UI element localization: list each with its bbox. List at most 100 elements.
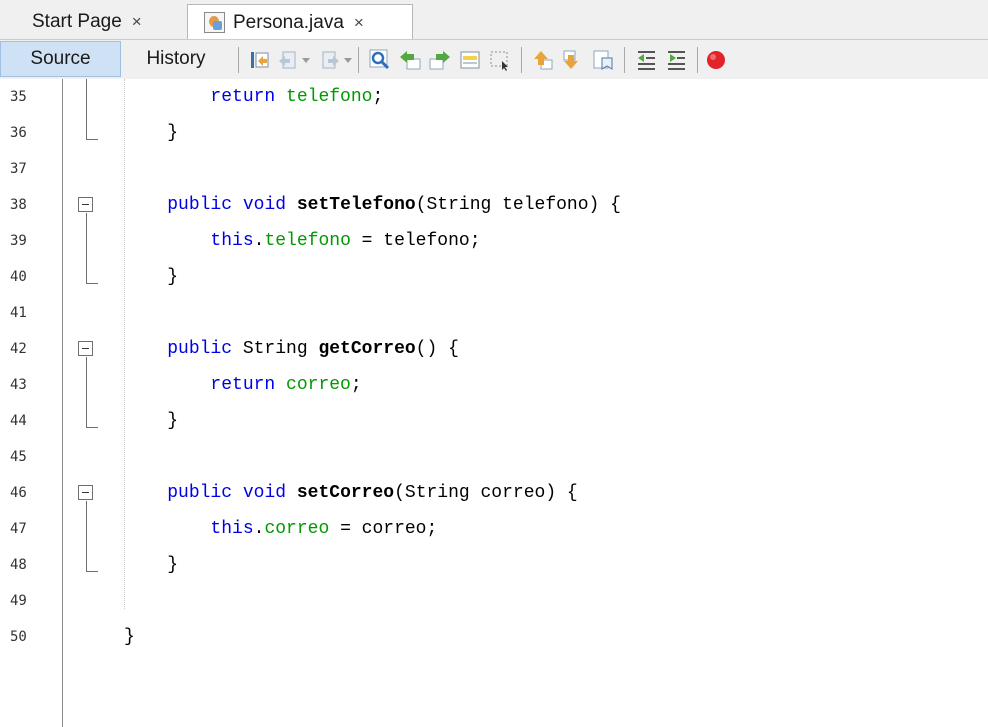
code-token: telefono: [286, 87, 373, 107]
code-token: correo: [264, 519, 330, 539]
code-token: (String telefono) {: [415, 195, 621, 215]
line-number: 37: [10, 161, 27, 177]
collapse-fold-icon[interactable]: [78, 341, 93, 356]
code-line[interactable]: public String getCorreo() {: [124, 331, 459, 367]
line-number: 50: [10, 629, 27, 645]
next-bookmark-icon[interactable]: [561, 48, 585, 72]
code-token: setCorreo: [296, 483, 395, 503]
code-token: public: [167, 195, 233, 215]
code-token: void: [242, 195, 287, 215]
line-number: 44: [10, 413, 27, 429]
source-view-button[interactable]: Source: [0, 41, 121, 77]
shift-right-icon[interactable]: [664, 48, 688, 72]
forward-icon[interactable]: [318, 48, 342, 72]
find-next-icon[interactable]: [428, 48, 452, 72]
toolbar-separator: [697, 47, 698, 73]
close-icon[interactable]: ×: [132, 12, 142, 32]
last-edit-icon[interactable]: [248, 48, 272, 72]
code-editor[interactable]: 35 return telefono; 36 } 37 38 public void …: [0, 79, 988, 727]
code-token: public: [167, 483, 233, 503]
chevron-down-icon[interactable]: [302, 58, 310, 63]
fold-guide-line: [86, 501, 87, 571]
fold-guide-line: [86, 213, 87, 283]
code-line[interactable]: public void setCorreo(String correo) {: [124, 475, 578, 511]
fold-end-marker: [86, 427, 98, 428]
code-token: }: [124, 627, 135, 647]
code-line[interactable]: }: [124, 259, 178, 295]
line-number: 35: [10, 89, 27, 105]
code-token: ;: [350, 375, 362, 395]
toolbar-separator: [521, 47, 522, 73]
code-line[interactable]: }: [124, 619, 135, 655]
toggle-highlight-icon[interactable]: [458, 48, 482, 72]
code-token: this: [210, 519, 254, 539]
editor-tab-bar: Start Page × Persona.java ×: [0, 0, 988, 40]
code-token: setTelefono: [296, 195, 416, 215]
code-line[interactable]: }: [124, 547, 178, 583]
fold-guide-line: [86, 357, 87, 427]
close-icon[interactable]: ×: [354, 13, 364, 33]
java-file-icon: [204, 12, 225, 33]
code-token: }: [124, 555, 179, 575]
code-line[interactable]: return telefono;: [124, 79, 383, 115]
fold-end-marker: [86, 571, 98, 572]
line-number: 36: [10, 125, 27, 141]
find-previous-icon[interactable]: [398, 48, 422, 72]
line-number: 45: [10, 449, 27, 465]
toggle-rect-selection-icon[interactable]: [488, 48, 512, 72]
line-number: 39: [10, 233, 27, 249]
code-line[interactable]: this.correo = correo;: [124, 511, 437, 547]
code-token: = telefono;: [350, 231, 481, 251]
chevron-down-icon[interactable]: [344, 58, 352, 63]
code-line[interactable]: this.telefono = telefono;: [124, 223, 481, 259]
code-token: return: [210, 87, 276, 107]
code-token: getCorreo: [318, 339, 416, 359]
tab-persona-java[interactable]: Persona.java ×: [187, 4, 413, 40]
line-number: 42: [10, 341, 27, 357]
history-view-button[interactable]: History: [124, 41, 228, 77]
code-token: void: [242, 483, 287, 503]
code-token: .: [253, 231, 265, 251]
line-number: 49: [10, 593, 27, 609]
shift-left-icon[interactable]: [634, 48, 658, 72]
code-line[interactable]: public void setTelefono(String telefono)…: [124, 187, 621, 223]
code-line[interactable]: }: [124, 403, 178, 439]
find-selection-icon[interactable]: [368, 48, 392, 72]
toggle-bookmark-icon[interactable]: [591, 48, 615, 72]
code-token: String: [232, 339, 319, 359]
code-token: (String correo) {: [394, 483, 578, 503]
tab-label: Persona.java: [233, 11, 344, 33]
code-line[interactable]: }: [124, 115, 178, 151]
previous-bookmark-icon[interactable]: [531, 48, 555, 72]
toolbar-separator: [238, 47, 239, 73]
code-token: return: [210, 375, 276, 395]
tab-start-page[interactable]: Start Page ×: [18, 5, 186, 39]
line-number: 47: [10, 521, 27, 537]
code-token: }: [124, 411, 179, 431]
code-line[interactable]: return correo;: [124, 367, 362, 403]
collapse-fold-icon[interactable]: [78, 197, 93, 212]
code-token: () {: [415, 339, 459, 359]
gutter-divider: [62, 79, 63, 727]
code-token: correo: [286, 375, 351, 395]
fold-guide-line: [86, 79, 87, 139]
collapse-fold-icon[interactable]: [78, 485, 93, 500]
line-number: 43: [10, 377, 27, 393]
code-token: public: [167, 339, 233, 359]
line-number: 38: [10, 197, 27, 213]
fold-end-marker: [86, 139, 98, 140]
line-number: 46: [10, 485, 27, 501]
macro-record-icon[interactable]: [704, 48, 728, 72]
fold-end-marker: [86, 283, 98, 284]
back-icon[interactable]: [276, 48, 300, 72]
line-number: 40: [10, 269, 27, 285]
toolbar-separator: [358, 47, 359, 73]
